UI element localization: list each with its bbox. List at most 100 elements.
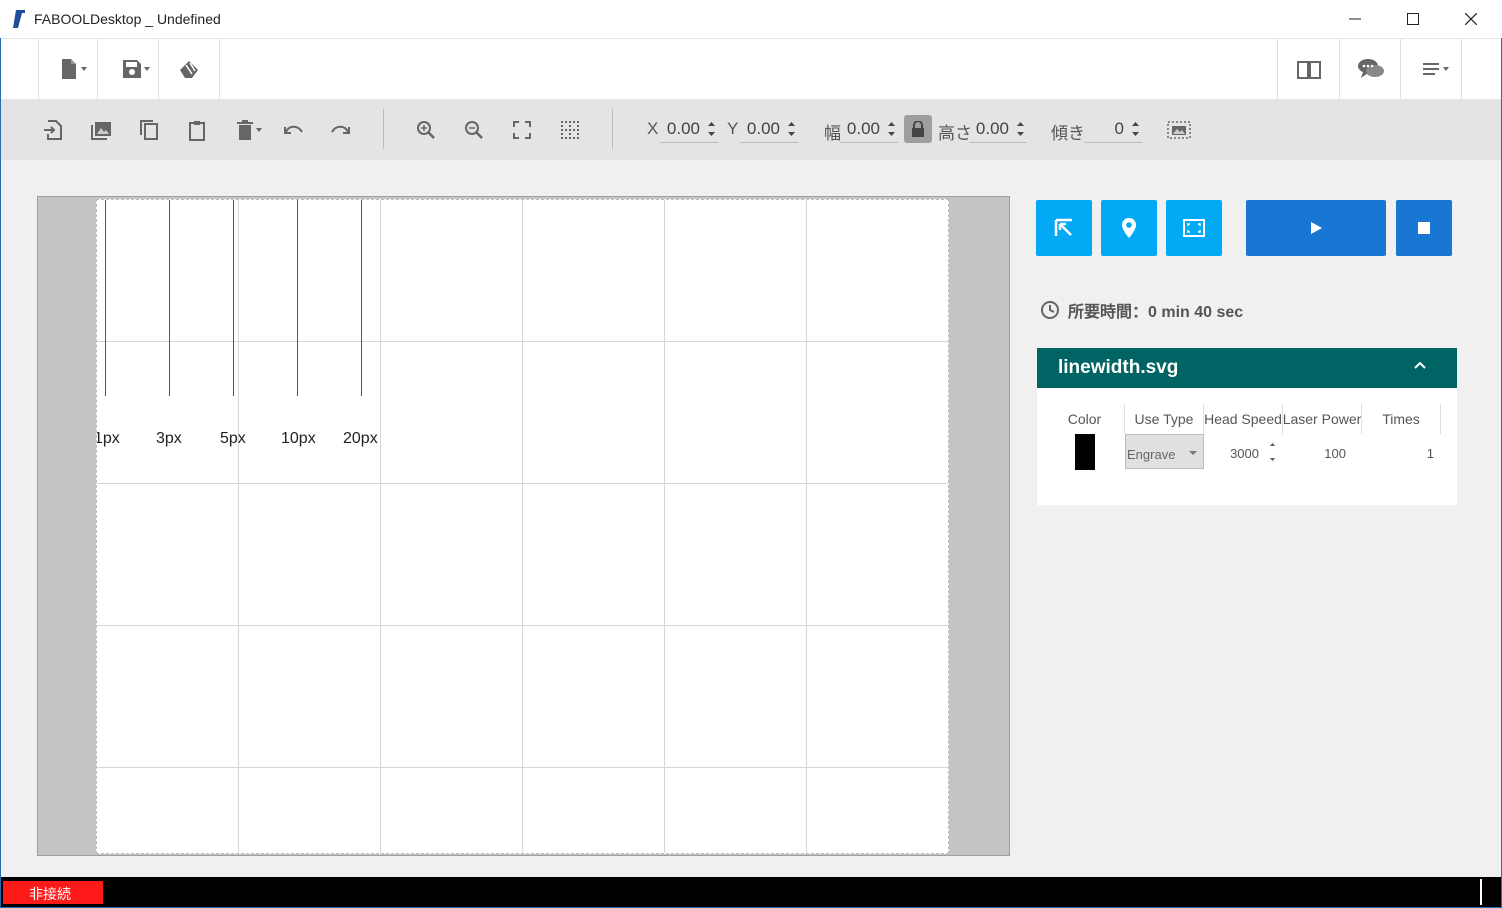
spinner-icon[interactable] [1016, 119, 1025, 139]
paste-icon [189, 121, 205, 141]
zoom-in-button[interactable] [411, 116, 441, 144]
head-speed-input[interactable]: 3000 [1217, 446, 1259, 461]
column-header-use-type: Use Type [1125, 404, 1204, 434]
aspect-lock-button[interactable] [904, 115, 932, 143]
grid-line [97, 767, 948, 768]
spinner-icon[interactable] [1131, 119, 1140, 139]
stroke-label: 5px [220, 430, 246, 447]
use-type-select[interactable]: Engrave [1125, 434, 1204, 469]
x-value: 0.00 [666, 119, 700, 138]
image-button[interactable] [86, 116, 116, 144]
maximize-button[interactable] [1384, 0, 1442, 38]
toolbar-separator [158, 39, 159, 100]
location-pin-icon [1122, 218, 1136, 238]
spinner-icon[interactable] [787, 119, 796, 139]
grid-line [380, 200, 381, 853]
manual-button[interactable] [1289, 51, 1329, 87]
status-divider [1480, 879, 1482, 905]
width-input[interactable]: 0.00 [840, 117, 898, 143]
grid-line [806, 200, 807, 853]
frame-check-button[interactable] [1166, 200, 1222, 256]
spinner-icon[interactable] [887, 119, 896, 139]
redo-button[interactable] [326, 116, 356, 144]
zoom-in-icon [417, 121, 435, 139]
file-icon [62, 59, 87, 79]
toolbar-separator [97, 39, 98, 100]
start-button[interactable] [1246, 200, 1386, 256]
estimated-time-text: 所要時間：0 min 40 sec [1068, 304, 1244, 321]
edit-toolbar: X 0.00 Y 0.00 幅 0.00 高さ 0.00 傾き 0 [1, 99, 1501, 160]
new-file-button[interactable] [51, 51, 93, 87]
app-logo-icon [13, 10, 25, 28]
window-title: FABOOLDesktop _ Undefined [34, 11, 221, 27]
dropdown-arrow-icon [1189, 451, 1197, 455]
spinner-icon[interactable] [1268, 440, 1277, 464]
design-stroke[interactable] [169, 200, 170, 396]
column-header-times: Times [1362, 404, 1441, 434]
design-stroke[interactable] [233, 200, 234, 396]
toolbar-separator [1339, 39, 1340, 100]
stop-icon [1418, 222, 1430, 234]
move-origin-button[interactable] [1036, 200, 1092, 256]
file-panel-body: Color Use Type Head Speed Laser Power Ti… [1037, 388, 1457, 505]
work-canvas[interactable]: 1px 3px 5px 10px 20px [96, 199, 949, 854]
minimize-button[interactable] [1326, 0, 1384, 38]
import-button[interactable] [38, 116, 68, 144]
maximize-icon [1407, 13, 1419, 25]
use-type-value: Engrave [1127, 447, 1176, 462]
height-value: 0.00 [975, 119, 1009, 138]
image-frame-icon [1167, 121, 1191, 139]
file-panel-header[interactable]: linewidth.svg [1037, 348, 1457, 388]
tilt-input[interactable]: 0 [1084, 117, 1142, 143]
toolbar-separator [1277, 39, 1278, 100]
support-button[interactable] [1351, 51, 1391, 87]
delete-button[interactable] [234, 116, 268, 144]
book-icon [1297, 61, 1321, 79]
times-input[interactable]: 1 [1407, 446, 1434, 461]
save-file-button[interactable] [111, 51, 155, 87]
y-input[interactable]: 0.00 [740, 117, 798, 143]
frame-icon [1183, 219, 1205, 237]
menu-button[interactable] [1413, 51, 1453, 87]
x-input[interactable]: 0.00 [660, 117, 718, 143]
grid-line [97, 341, 948, 342]
undo-button[interactable] [278, 116, 308, 144]
y-value: 0.00 [746, 119, 780, 138]
image-frame-button[interactable] [1164, 116, 1194, 144]
height-input[interactable]: 0.00 [969, 117, 1027, 143]
play-icon [1311, 222, 1322, 234]
material-button[interactable] [171, 51, 207, 87]
main-toolbar [1, 38, 1501, 100]
design-stroke[interactable] [297, 200, 298, 396]
grid-toggle-button[interactable] [555, 116, 585, 144]
copy-button[interactable] [134, 116, 164, 144]
stroke-label: 3px [156, 430, 182, 447]
set-position-button[interactable] [1101, 200, 1157, 256]
import-icon [44, 120, 62, 140]
paste-button[interactable] [182, 116, 212, 144]
close-button[interactable] [1442, 0, 1500, 38]
stop-button[interactable] [1396, 200, 1452, 256]
column-header-laser-power: Laser Power [1283, 404, 1362, 434]
grid-line [97, 483, 948, 484]
spinner-icon[interactable] [707, 119, 716, 139]
chevron-up-icon[interactable] [1413, 360, 1427, 370]
width-value: 0.00 [846, 119, 880, 138]
trash-icon [237, 120, 262, 140]
grid-line [522, 200, 523, 853]
toolbar-separator [383, 109, 384, 149]
zoom-out-button[interactable] [459, 116, 489, 144]
fit-view-button[interactable] [507, 116, 537, 144]
design-stroke[interactable] [105, 200, 106, 396]
toolbar-separator [219, 39, 220, 100]
floppy-icon [123, 60, 150, 78]
tilt-label: 傾き [1051, 124, 1085, 143]
file-name: linewidth.svg [1058, 357, 1179, 378]
design-stroke[interactable] [361, 200, 362, 396]
zoom-out-icon [465, 121, 483, 139]
laser-power-input[interactable]: 100 [1312, 446, 1346, 461]
fullscreen-icon [513, 121, 531, 139]
toolbar-separator [1400, 39, 1401, 100]
column-header-head-speed: Head Speed [1204, 404, 1283, 434]
minimize-icon [1349, 18, 1361, 20]
